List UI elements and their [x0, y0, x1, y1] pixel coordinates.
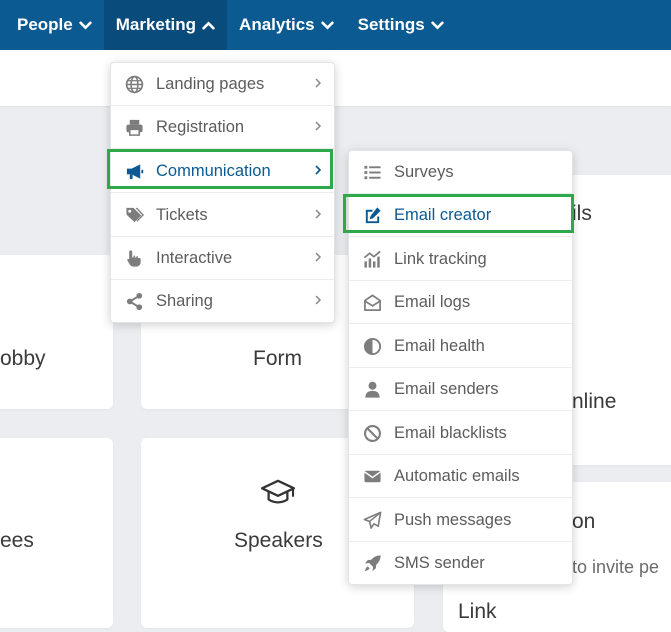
sub-header-bar [0, 50, 671, 106]
graduation-cap-icon [260, 479, 296, 504]
submenu-item-label: Email blacklists [394, 423, 507, 442]
share-icon [123, 291, 145, 313]
half-circle-icon [361, 335, 383, 357]
chart-icon [361, 248, 383, 270]
hand-pointer-icon [123, 247, 145, 269]
submenu-item-label: Surveys [394, 162, 454, 181]
communication-submenu: Surveys Email creator Link tracking Emai… [348, 150, 573, 585]
menu-item-label: Registration [156, 117, 245, 136]
menu-item-label: Tickets [156, 205, 208, 224]
submenu-item-email-blacklists[interactable]: Email blacklists [349, 412, 572, 455]
nav-analytics-label: Analytics [239, 15, 315, 34]
card-online-label: nline [572, 390, 617, 413]
submenu-item-push-messages[interactable]: Push messages [349, 499, 572, 542]
submenu-item-surveys[interactable]: Surveys [349, 151, 572, 194]
submenu-item-label: Email logs [394, 292, 471, 311]
globe-icon [123, 73, 145, 95]
menu-item-label: Sharing [156, 292, 213, 310]
menu-item-label: Landing pages [156, 74, 265, 93]
chevron-right-icon [315, 78, 322, 88]
card-invitation-label: on [572, 510, 596, 533]
submenu-item-label: Email senders [394, 379, 499, 398]
megaphone-icon [123, 160, 145, 182]
submenu-item-label: Email creator [394, 205, 492, 224]
nav-settings-label: Settings [357, 15, 425, 34]
card-invitation-desc: to invite pe [572, 557, 660, 577]
submenu-item-email-logs[interactable]: Email logs [349, 281, 572, 324]
paper-plane-icon [361, 509, 383, 531]
nav-marketing-label: Marketing [115, 15, 197, 34]
marketing-dropdown: Landing pages Registration Communication… [110, 62, 335, 323]
envelope-icon [361, 465, 383, 487]
tags-icon [123, 204, 145, 226]
card-lobby-label: obby [0, 347, 46, 370]
chevron-right-icon [315, 165, 322, 175]
chevron-down-icon [431, 20, 444, 30]
submenu-item-link-tracking[interactable]: Link tracking [349, 238, 572, 281]
ban-icon [361, 422, 383, 444]
chevron-down-icon [320, 20, 334, 30]
card-attendees-label: ees [0, 529, 34, 552]
card-emails-label: ils [572, 202, 592, 225]
menu-item-landing-pages[interactable]: Landing pages [111, 63, 334, 106]
menu-item-tickets[interactable]: Tickets [111, 194, 334, 237]
chevron-right-icon [315, 121, 322, 131]
chevron-right-icon [315, 295, 322, 305]
envelope-open-icon [361, 291, 383, 313]
nav-marketing[interactable]: Marketing [103, 0, 228, 50]
submenu-item-label: Push messages [394, 510, 512, 529]
card-lobby[interactable] [0, 255, 113, 409]
printer-icon [123, 116, 145, 138]
chevron-right-icon [315, 209, 322, 219]
edit-icon [361, 204, 383, 226]
submenu-item-email-senders[interactable]: Email senders [349, 368, 572, 411]
chevron-right-icon [315, 252, 322, 262]
submenu-item-email-creator[interactable]: Email creator [349, 194, 572, 237]
menu-item-interactive[interactable]: Interactive [111, 237, 334, 280]
top-nav: People Marketing Analytics Settings [0, 0, 671, 50]
list-icon [361, 161, 383, 183]
submenu-item-label: SMS sender [394, 554, 485, 572]
menu-item-sharing[interactable]: Sharing [111, 280, 334, 323]
menu-item-label: Communication [156, 161, 271, 180]
submenu-item-sms-sender[interactable]: SMS sender [349, 542, 572, 585]
submenu-item-label: Email health [394, 336, 485, 355]
menu-item-communication[interactable]: Communication [111, 150, 334, 193]
card-link-label: Link [458, 600, 497, 623]
menu-item-label: Interactive [156, 248, 233, 267]
card-form-label: Form [253, 347, 302, 370]
nav-analytics[interactable]: Analytics [227, 0, 346, 50]
nav-settings[interactable]: Settings [346, 0, 456, 50]
chevron-down-icon [79, 20, 92, 30]
user-icon [361, 378, 383, 400]
nav-people[interactable]: People [0, 0, 104, 50]
submenu-item-automatic-emails[interactable]: Automatic emails [349, 455, 572, 498]
submenu-item-email-health[interactable]: Email health [349, 325, 572, 368]
submenu-item-label: Link tracking [394, 249, 487, 268]
rocket-icon [361, 553, 383, 575]
card-speakers-label: Speakers [234, 529, 323, 552]
menu-item-registration[interactable]: Registration [111, 106, 334, 149]
submenu-item-label: Automatic emails [394, 466, 520, 485]
chevron-up-icon [202, 20, 215, 30]
nav-people-label: People [17, 15, 73, 34]
